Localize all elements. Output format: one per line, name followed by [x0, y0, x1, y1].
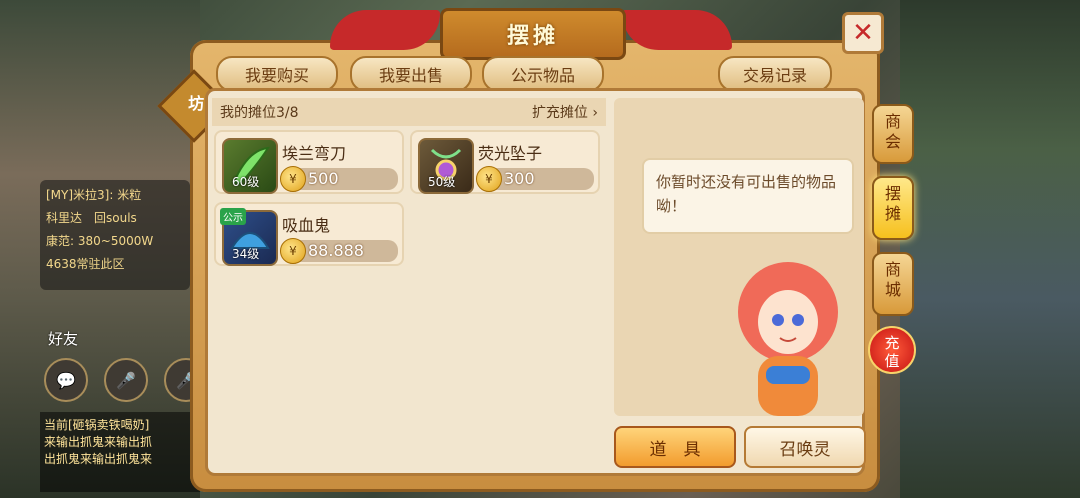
chat-line: 出抓鬼来输出抓鬼来: [44, 452, 153, 466]
bottom-chat-panel[interactable]: 当前[砸锅卖铁喝奶] 来输出抓鬼来输出抓 出抓鬼来输出抓鬼来: [40, 412, 200, 492]
item-name: 埃兰弯刀: [282, 144, 347, 163]
chat-line: 来输出抓鬼来输出抓: [44, 435, 153, 449]
friend-label[interactable]: 好友: [48, 328, 78, 349]
stall-header: 我的摊位3/8 扩充摊位 ›: [212, 98, 606, 126]
tab-public-items[interactable]: 公示物品: [482, 56, 604, 92]
chat-line: 4638常驻此区: [46, 257, 125, 271]
recharge-button[interactable]: 充 值: [868, 326, 916, 374]
red-ribbon-decoration: [330, 10, 440, 50]
window-title-banner: 摆摊: [440, 8, 626, 60]
empty-inventory-message: 你暂时还没有可出售的物品呦！: [642, 158, 854, 234]
summon-button[interactable]: 召唤灵: [744, 426, 866, 468]
side-tab-mall[interactable]: 商 城: [872, 252, 914, 316]
world-chat-panel[interactable]: [MY]米拉3]: 米粒 科里达 回souls 康范: 380~5000W 46…: [40, 180, 190, 290]
expand-stall-button[interactable]: 扩充摊位 ›: [532, 102, 598, 122]
tab-buy[interactable]: 我要购买: [216, 56, 338, 92]
item-name: 荧光坠子: [478, 144, 543, 163]
chat-line: [MY]米拉3]: 米粒: [46, 188, 142, 202]
hud-icon-row: 💬 🎤 🎤: [44, 358, 208, 402]
item-level: 60级: [232, 175, 260, 189]
public-tag: 公示: [220, 208, 246, 225]
trade-record-button[interactable]: 交易记录: [718, 56, 832, 92]
chat-icon[interactable]: 💬: [44, 358, 88, 402]
chat-line: 科里达 回souls: [46, 211, 137, 225]
item-level: 34级: [232, 247, 260, 261]
npc-girl-illustration: [738, 262, 838, 416]
items-button[interactable]: 道 具: [614, 426, 736, 468]
item-price: 500: [308, 169, 339, 188]
item-price: 300: [504, 169, 535, 188]
stall-item-card[interactable]: 60级 埃兰弯刀 ¥ 500: [214, 130, 404, 194]
stall-item-card[interactable]: 50级 荧光坠子 ¥ 300: [410, 130, 600, 194]
item-name: 吸血鬼: [282, 216, 331, 235]
red-ribbon-decoration: [622, 10, 732, 50]
chat-line: 康范: 380~5000W: [46, 234, 154, 248]
price-box: ¥ 500: [280, 166, 398, 192]
side-tab-guild[interactable]: 商 会: [872, 104, 914, 164]
game-background-right: [900, 0, 1080, 498]
voice-icon[interactable]: 🎤: [104, 358, 148, 402]
coin-icon: ¥: [476, 166, 502, 192]
side-tab-stall[interactable]: 摆 摊: [872, 176, 914, 240]
item-level: 50级: [428, 175, 456, 189]
window-title: 摆摊: [506, 24, 559, 49]
chat-line: 当前[砸锅卖铁喝奶]: [44, 418, 150, 432]
close-button[interactable]: ✕: [842, 12, 884, 54]
coin-icon: ¥: [280, 166, 306, 192]
stall-count: 我的摊位3/8: [220, 105, 299, 121]
coin-icon: ¥: [280, 238, 306, 264]
tab-sell[interactable]: 我要出售: [350, 56, 472, 92]
price-box: ¥ 88.888: [280, 238, 398, 264]
close-icon: ✕: [852, 18, 874, 48]
stall-item-card[interactable]: 公示 34级 吸血鬼 ¥ 88.888: [214, 202, 404, 266]
price-box: ¥ 300: [476, 166, 594, 192]
item-price: 88.888: [308, 241, 364, 260]
